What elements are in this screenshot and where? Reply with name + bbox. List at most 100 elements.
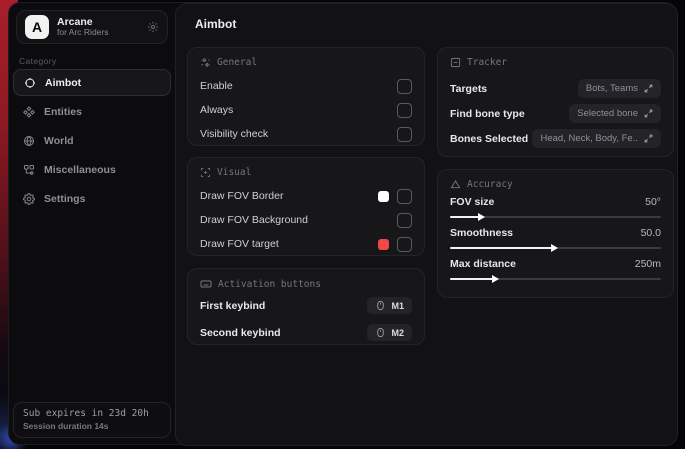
slider-thumb[interactable] <box>551 244 558 252</box>
fov-background-checkbox[interactable] <box>397 213 412 228</box>
setting-row-always: Always <box>200 99 412 121</box>
slider-row-max-distance: Max distance 250m <box>450 258 661 280</box>
slider-label: FOV size <box>450 196 494 208</box>
category-label: Category <box>19 56 57 66</box>
general-title: General <box>217 57 257 68</box>
slider-fill <box>450 247 553 249</box>
dropdown-row-targets: Targets Bots, Teams <box>450 76 661 101</box>
first-keybind-button[interactable]: M1 <box>367 297 412 314</box>
fov-target-checkbox[interactable] <box>397 237 412 252</box>
crosshair-icon <box>24 77 36 89</box>
enable-checkbox[interactable] <box>397 79 412 94</box>
scan-icon <box>200 167 211 178</box>
accuracy-card: Accuracy FOV size 50° Smoothness <box>437 169 674 298</box>
slider-fill <box>450 216 480 218</box>
activation-card: Activation buttons First keybind M1 <box>187 268 425 345</box>
expand-icon <box>644 134 653 143</box>
accuracy-header: Accuracy <box>450 179 661 190</box>
keyboard-icon <box>200 278 212 290</box>
setting-controls <box>378 189 412 204</box>
activation-rows: First keybind M1 Second keybind <box>200 294 412 344</box>
sidebar-item-aimbot[interactable]: Aimbot <box>13 69 171 96</box>
slider-thumb[interactable] <box>492 275 499 283</box>
accuracy-title: Accuracy <box>467 179 513 190</box>
dropdown-label: Bones Selected <box>450 133 528 145</box>
sidebar: A Arcane for Arc Riders Category <box>9 3 175 444</box>
mouse-icon <box>375 327 386 338</box>
setting-controls <box>397 213 412 228</box>
sidebar-item-settings[interactable]: Settings <box>13 185 171 212</box>
slider-label: Max distance <box>450 258 516 270</box>
targets-dropdown[interactable]: Bots, Teams <box>578 79 661 98</box>
always-checkbox[interactable] <box>397 103 412 118</box>
second-keybind-button[interactable]: M2 <box>367 324 412 341</box>
smoothness-slider[interactable] <box>450 247 661 249</box>
app-logo: A <box>25 15 49 39</box>
miscellaneous-icon <box>23 164 35 176</box>
gear-icon <box>23 193 35 205</box>
slider-value: 50.0 <box>641 227 661 239</box>
slider-thumb[interactable] <box>478 213 485 221</box>
sidebar-item-label: Entities <box>44 106 82 118</box>
setting-row-fov-border: Draw FOV Border <box>200 185 412 207</box>
expand-icon <box>644 109 653 118</box>
desktop: A Arcane for Arc Riders Category <box>0 0 685 449</box>
slider-value: 50° <box>645 196 661 208</box>
page-title: Aimbot <box>195 17 236 31</box>
bones-selected-dropdown[interactable]: Head, Neck, Body, Fe.. <box>532 129 661 148</box>
keybind-value: M1 <box>391 301 404 311</box>
setting-controls <box>378 237 412 252</box>
visibility-check-checkbox[interactable] <box>397 127 412 142</box>
bone-type-dropdown[interactable]: Selected bone <box>569 104 661 123</box>
keybind-label: First keybind <box>200 300 265 312</box>
dropdown-value: Bots, Teams <box>586 83 638 94</box>
brand-subtitle: for Arc Riders <box>57 28 139 38</box>
dropdown-label: Find bone type <box>450 108 525 120</box>
keybind-row-second: Second keybind M2 <box>200 321 412 344</box>
setting-label: Enable <box>200 80 233 92</box>
dropdown-label: Targets <box>450 83 487 95</box>
activation-header: Activation buttons <box>200 278 412 290</box>
max-distance-slider[interactable] <box>450 278 661 280</box>
fov-border-checkbox[interactable] <box>397 189 412 204</box>
visual-header: Visual <box>200 167 412 178</box>
keybind-row-first: First keybind M1 <box>200 294 412 317</box>
mouse-icon <box>375 300 386 311</box>
dropdown-row-bones-selected: Bones Selected Head, Neck, Body, Fe.. <box>450 126 661 151</box>
session-duration: Session duration 14s <box>23 421 161 431</box>
sidebar-item-label: Settings <box>44 193 85 205</box>
activation-title: Activation buttons <box>218 279 321 290</box>
tracker-card: Tracker Targets Bots, Teams <box>437 47 674 157</box>
color-swatch[interactable] <box>378 239 389 250</box>
grid-icon <box>200 57 211 68</box>
tracker-header: Tracker <box>450 57 661 68</box>
gear-icon[interactable] <box>147 21 159 33</box>
sidebar-item-miscellaneous[interactable]: Miscellaneous <box>13 156 171 183</box>
sidebar-item-world[interactable]: World <box>13 127 171 154</box>
triangle-icon <box>450 179 461 190</box>
fov-size-slider[interactable] <box>450 216 661 218</box>
slider-value: 250m <box>635 258 661 270</box>
sidebar-nav: Aimbot Entities Wo <box>13 69 171 214</box>
entities-icon <box>23 106 35 118</box>
general-header: General <box>200 57 412 68</box>
slider-label: Smoothness <box>450 227 513 239</box>
tracker-rows: Targets Bots, Teams Find bone type <box>450 76 661 151</box>
slider-row-smoothness: Smoothness 50.0 <box>450 227 661 249</box>
sidebar-item-label: World <box>44 135 74 147</box>
keybind-label: Second keybind <box>200 327 281 339</box>
tracker-title: Tracker <box>467 57 507 68</box>
subscription-card: Sub expires in 23d 20h Session duration … <box>13 402 171 438</box>
dropdown-value: Selected bone <box>577 108 638 119</box>
setting-label: Always <box>200 104 233 116</box>
general-rows: Enable Always Visibility check <box>200 75 412 145</box>
setting-label: Draw FOV Background <box>200 214 308 226</box>
sidebar-item-label: Aimbot <box>45 77 81 89</box>
general-card: General Enable Always Visibility check <box>187 47 425 146</box>
setting-row-fov-background: Draw FOV Background <box>200 209 412 231</box>
brand-card: A Arcane for Arc Riders <box>16 10 168 44</box>
expand-icon <box>644 84 653 93</box>
setting-label: Visibility check <box>200 128 268 140</box>
sidebar-item-entities[interactable]: Entities <box>13 98 171 125</box>
color-swatch[interactable] <box>378 191 389 202</box>
